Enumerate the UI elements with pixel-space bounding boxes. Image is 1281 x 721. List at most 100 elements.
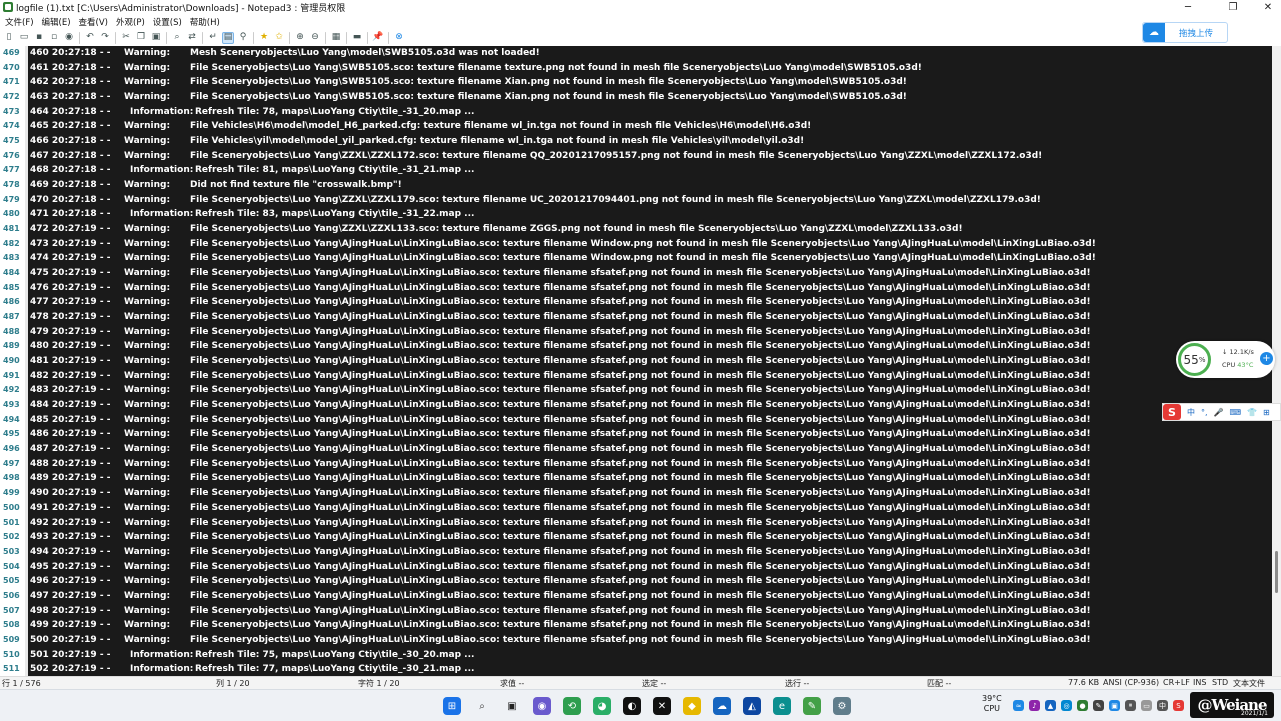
- log-line[interactable]: 478 469 20:27:18 - - Warning: Did not find …: [0, 178, 1272, 193]
- log-line[interactable]: 508 499 20:27:19 - - Warning: File Sceneryo…: [0, 618, 1272, 633]
- log-line[interactable]: 488 479 20:27:19 - - Warning: File Sceneryo…: [0, 325, 1272, 340]
- redo-icon[interactable]: ↷: [99, 32, 111, 44]
- windows-start-icon[interactable]: ⊞: [443, 697, 461, 715]
- log-line[interactable]: 482 473 20:27:19 - - Warning: File Sceneryo…: [0, 237, 1272, 252]
- tray-display-icon[interactable]: ▣: [1109, 700, 1120, 711]
- log-line[interactable]: 503 494 20:27:19 - - Warning: File Sceneryo…: [0, 545, 1272, 560]
- status-encoding[interactable]: ANSI (CP-936): [1103, 678, 1159, 687]
- status-file-type[interactable]: 文本文件: [1233, 678, 1265, 689]
- new-icon[interactable]: ▯: [3, 32, 15, 44]
- schema-icon[interactable]: ▦: [330, 32, 342, 44]
- log-line[interactable]: 469 460 20:27:18 - - Warning: Mesh Sceneryo…: [0, 46, 1272, 61]
- word-wrap-icon[interactable]: ↵: [207, 32, 219, 44]
- log-line[interactable]: 484 475 20:27:19 - - Warning: File Sceneryo…: [0, 266, 1272, 281]
- log-line[interactable]: 511 502 20:27:19 - - Information: Refresh T…: [0, 662, 1272, 676]
- ime-keyboard-icon[interactable]: ⌨: [1230, 408, 1242, 417]
- onedrive-icon[interactable]: ☁: [713, 697, 731, 715]
- close-icon[interactable]: ✕: [1255, 0, 1281, 14]
- copy-icon[interactable]: ❐: [135, 32, 147, 44]
- restore-icon[interactable]: ❐: [1220, 0, 1246, 14]
- log-line[interactable]: 498 489 20:27:19 - - Warning: File Sceneryo…: [0, 471, 1272, 486]
- scrollbar-thumb[interactable]: [1275, 551, 1278, 593]
- tray-cloud-icon[interactable]: ≈: [1013, 700, 1024, 711]
- log-line[interactable]: 474 465 20:27:18 - - Warning: File Vehicles…: [0, 119, 1272, 134]
- log-line[interactable]: 501 492 20:27:19 - - Warning: File Sceneryo…: [0, 516, 1272, 531]
- zoom-search-icon[interactable]: ⚲: [237, 32, 249, 44]
- log-line[interactable]: 496 487 20:27:19 - - Warning: File Sceneryo…: [0, 442, 1272, 457]
- add-favorite-icon[interactable]: ✩: [273, 32, 285, 44]
- log-line[interactable]: 494 485 20:27:19 - - Warning: File Sceneryo…: [0, 413, 1272, 428]
- log-line[interactable]: 489 480 20:27:19 - - Warning: File Sceneryo…: [0, 339, 1272, 354]
- taskbar-clock-overlay[interactable]: @Weiane 2021/1/1: [1190, 692, 1274, 718]
- tray-media-icon[interactable]: ♪: [1029, 700, 1040, 711]
- ime-voice-icon[interactable]: 🎤: [1214, 408, 1224, 417]
- tray-battery-icon[interactable]: ▭: [1141, 700, 1152, 711]
- status-char[interactable]: 字符 1 / 20: [358, 678, 400, 689]
- save-icon[interactable]: ▪: [33, 32, 45, 44]
- search-icon[interactable]: ⌕: [473, 697, 491, 715]
- status-eval[interactable]: 求值 --: [500, 678, 524, 689]
- tray-upload-icon[interactable]: ▲: [1045, 700, 1056, 711]
- zoom-out-icon[interactable]: ⊖: [309, 32, 321, 44]
- paste-icon[interactable]: ▣: [150, 32, 162, 44]
- tray-green-icon[interactable]: ●: [1077, 700, 1088, 711]
- app-net-icon[interactable]: ⚙: [833, 697, 851, 715]
- app-vm-icon[interactable]: ◭: [743, 697, 761, 715]
- log-line[interactable]: 475 466 20:27:18 - - Warning: File Vehicles…: [0, 134, 1272, 149]
- log-line[interactable]: 477 468 20:27:18 - - Information: Refresh T…: [0, 163, 1272, 178]
- log-line[interactable]: 493 484 20:27:19 - - Warning: File Sceneryo…: [0, 398, 1272, 413]
- capcut-icon[interactable]: ✕: [653, 697, 671, 715]
- log-line[interactable]: 497 488 20:27:19 - - Warning: File Sceneryo…: [0, 457, 1272, 472]
- replace-icon[interactable]: ⇄: [186, 32, 198, 44]
- taskbar-temperature[interactable]: 39°C CPU: [982, 694, 1002, 714]
- toggle-view-icon[interactable]: ▤: [222, 31, 234, 44]
- browse-icon[interactable]: ◉: [63, 32, 75, 44]
- cut-icon[interactable]: ✂: [120, 32, 132, 44]
- drag-upload-button[interactable]: ☁ 拖拽上传: [1142, 22, 1228, 43]
- task-view-icon[interactable]: ▣: [503, 697, 521, 715]
- tray-ime-icon[interactable]: 中: [1157, 700, 1168, 711]
- log-line[interactable]: 492 483 20:27:19 - - Warning: File Sceneryo…: [0, 383, 1272, 398]
- log-line[interactable]: 491 482 20:27:19 - - Warning: File Sceneryo…: [0, 369, 1272, 384]
- status-ins[interactable]: INS: [1193, 678, 1206, 687]
- ime-chinese-mode[interactable]: 中: [1187, 407, 1195, 418]
- status-match[interactable]: 匹配 --: [927, 678, 951, 689]
- sogou-ime-icon[interactable]: S: [1163, 404, 1181, 420]
- log-line[interactable]: 505 496 20:27:19 - - Warning: File Sceneryo…: [0, 574, 1272, 589]
- log-line[interactable]: 502 493 20:27:19 - - Warning: File Sceneryo…: [0, 530, 1272, 545]
- text-editor[interactable]: 469 460 20:27:18 - - Warning: Mesh Sceneryo…: [0, 46, 1281, 676]
- minimize-icon[interactable]: ─: [1175, 0, 1201, 14]
- log-line[interactable]: 486 477 20:27:19 - - Warning: File Sceneryo…: [0, 295, 1272, 310]
- zoom-in-icon[interactable]: ⊕: [294, 32, 306, 44]
- log-line[interactable]: 506 497 20:27:19 - - Warning: File Sceneryo…: [0, 589, 1272, 604]
- ime-punctuation[interactable]: °,: [1201, 408, 1208, 417]
- favorite-icon[interactable]: ★: [258, 32, 270, 44]
- status-eol[interactable]: CR+LF: [1163, 678, 1190, 687]
- tray-pen-icon[interactable]: ✎: [1093, 700, 1104, 711]
- log-line[interactable]: 479 470 20:27:18 - - Warning: File Sceneryo…: [0, 193, 1272, 208]
- tray-pause-icon[interactable]: ⏸: [1125, 700, 1136, 711]
- status-line[interactable]: 行 1 / 576: [2, 678, 41, 689]
- log-line[interactable]: 509 500 20:27:19 - - Warning: File Sceneryo…: [0, 633, 1272, 648]
- ime-skin-icon[interactable]: 👕: [1247, 408, 1257, 417]
- open-icon[interactable]: ▭: [18, 32, 30, 44]
- log-line[interactable]: 485 476 20:27:19 - - Warning: File Sceneryo…: [0, 281, 1272, 296]
- log-line[interactable]: 472 463 20:27:18 - - Warning: File Sceneryo…: [0, 90, 1272, 105]
- notepad3-icon[interactable]: ✎: [803, 697, 821, 715]
- log-line[interactable]: 507 498 20:27:19 - - Warning: File Sceneryo…: [0, 604, 1272, 619]
- edge-icon[interactable]: e: [773, 697, 791, 715]
- tray-sogou-icon[interactable]: S: [1173, 700, 1184, 711]
- close-doc-icon[interactable]: ⊗: [393, 32, 405, 44]
- log-line[interactable]: 490 481 20:27:19 - - Warning: File Sceneryo…: [0, 354, 1272, 369]
- ime-toolbox-icon[interactable]: ⊞: [1263, 408, 1270, 417]
- status-selected-lines[interactable]: 选行 --: [785, 678, 809, 689]
- chat-icon[interactable]: ◉: [533, 697, 551, 715]
- app-yellow-icon[interactable]: ◆: [683, 697, 701, 715]
- log-line[interactable]: 480 471 20:27:18 - - Information: Refresh T…: [0, 207, 1272, 222]
- wechat-icon[interactable]: ◕: [593, 697, 611, 715]
- log-line[interactable]: 483 474 20:27:19 - - Warning: File Sceneryo…: [0, 251, 1272, 266]
- find-icon[interactable]: ⌕: [171, 32, 183, 44]
- tray-app-icon[interactable]: ◎: [1061, 700, 1072, 711]
- log-line[interactable]: 499 490 20:27:19 - - Warning: File Sceneryo…: [0, 486, 1272, 501]
- log-line[interactable]: 470 461 20:27:18 - - Warning: File Sceneryo…: [0, 61, 1272, 76]
